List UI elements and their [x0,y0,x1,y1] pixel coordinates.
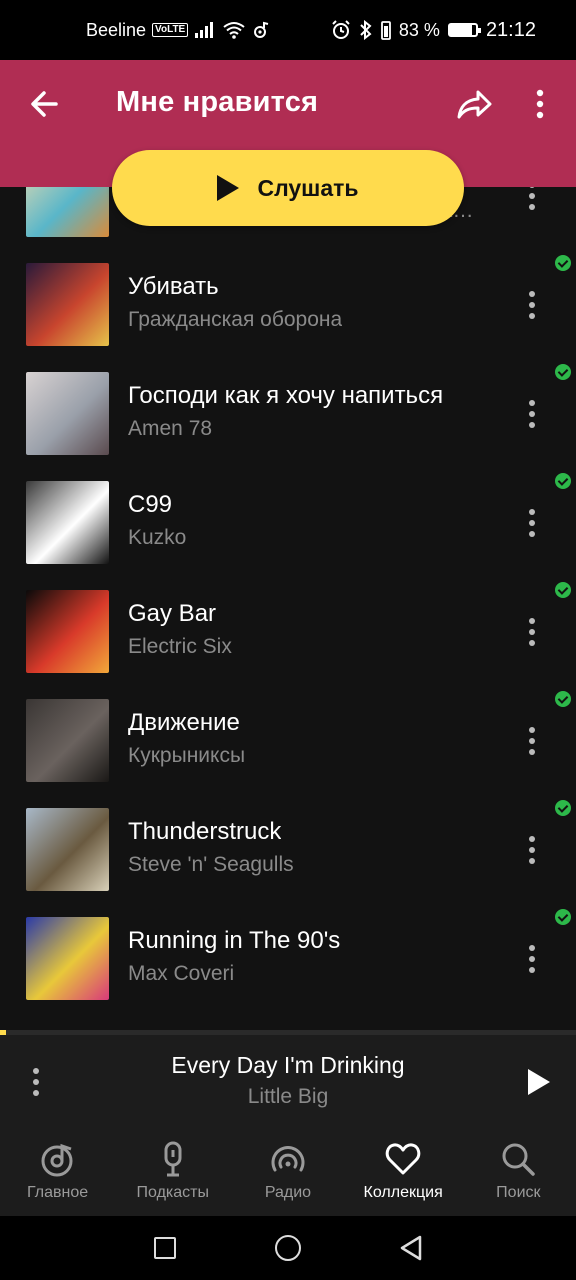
battery-percent: 83 % [398,19,440,40]
track-more-icon[interactable] [522,833,542,867]
volte-badge: VoLTE [152,23,189,37]
status-left: Beeline VoLTE [86,0,270,60]
bottom-nav: Главное Подкасты Радио Коллекция Поиск [0,1128,576,1216]
album-cover [26,590,109,673]
home-music-icon [41,1143,73,1177]
nav-label: Поиск [496,1184,541,1201]
bluetooth-icon [360,20,372,40]
track-artist: Amen 78 [128,417,213,440]
player-track-title: Every Day I'm Drinking [171,1052,405,1078]
track-title: Running in The 90's [128,927,341,954]
status-right: 83 % 21:12 [331,0,536,60]
nav-item-collection[interactable]: Коллекция [346,1128,461,1216]
track-artist: Max Coveri [128,962,235,985]
album-cover [26,808,109,891]
listen-button[interactable]: Слушать [112,150,464,226]
album-cover [26,699,109,782]
recents-icon[interactable] [154,1237,176,1259]
nav-label: Радио [264,1184,312,1201]
wifi-icon [223,22,245,39]
track-title: Gay Bar [128,600,217,627]
nav-item-radio[interactable]: Радио [230,1128,345,1216]
track-more-icon[interactable] [522,942,542,976]
microphone-icon [164,1141,182,1177]
album-cover [26,372,109,455]
track-row[interactable]: Убивать Гражданская оборона [0,255,576,365]
track-artist: Steve 'n' Seagulls [128,853,294,876]
share-icon[interactable] [454,84,496,124]
alarm-icon [332,20,350,39]
battery-level [449,25,472,35]
track-row[interactable]: Господи как я хочу напиться Amen 78 [0,364,576,474]
more-vert-icon[interactable] [528,84,552,124]
downloaded-check-icon [555,909,571,925]
heart-icon [385,1143,421,1175]
downloaded-check-icon [555,800,571,816]
nav-item-search[interactable]: Поиск [461,1128,576,1216]
music-note-icon [254,21,269,38]
track-more-icon[interactable] [522,187,542,213]
search-icon [502,1143,536,1176]
arrow-back-icon[interactable] [26,84,66,124]
back-icon[interactable] [398,1234,424,1262]
track-row[interactable]: Running in The 90's Max Coveri [0,909,576,1019]
radio-icon [271,1146,305,1172]
play-icon [217,175,240,201]
nav-label: Коллекция [363,1184,443,1201]
track-title: C99 [128,491,173,518]
downloaded-check-icon [555,582,571,598]
downloaded-check-icon [555,473,571,489]
track-row[interactable]: Движение Кукрыниксы [0,691,576,801]
album-cover [26,917,109,1000]
track-row[interactable]: C99 Kuzko [0,473,576,583]
clock: 21:12 [485,18,536,41]
track-artist: Гражданская оборона [128,308,343,331]
track-list[interactable]: CanalsJoakim Karud, Joakim Karud, Joakim… [0,187,576,1030]
album-cover [26,263,109,346]
track-title: Движение [128,709,240,736]
player-play-icon[interactable] [528,1069,550,1095]
player-track-artist: Little Big [247,1085,329,1108]
track-more-icon[interactable] [522,288,542,322]
track-title: Господи как я хочу напиться [128,382,444,409]
nav-item-podcasts[interactable]: Подкасты [115,1128,230,1216]
track-title: Убивать [128,273,219,300]
phone-battery-icon [381,21,391,40]
track-more-icon[interactable] [522,397,542,431]
nav-label: Подкасты [136,1184,210,1201]
system-nav-bar [0,1216,576,1280]
album-cover [26,187,109,237]
carrier-name: Beeline [86,19,147,40]
album-cover [26,481,109,564]
downloaded-check-icon [555,255,571,271]
nav-item-home[interactable]: Главное [0,1128,115,1216]
downloaded-check-icon [555,691,571,707]
track-row[interactable]: Gay Bar Electric Six [0,582,576,692]
downloaded-check-icon [555,364,571,380]
status-bar: Beeline VoLTE 83 % 21:12 [0,0,576,60]
track-title: Thunderstruck [128,818,282,845]
track-artist: Кукрыниксы [128,744,246,767]
track-row[interactable]: Thunderstruck Steve 'n' Seagulls [0,800,576,910]
listen-button-label: Слушать [257,174,359,201]
track-more-icon[interactable] [522,615,542,649]
battery-icon [447,23,481,37]
mini-player[interactable]: Every Day I'm Drinking Little Big [0,1035,576,1128]
track-more-icon[interactable] [522,724,542,758]
home-icon[interactable] [275,1235,301,1261]
track-more-icon[interactable] [522,506,542,540]
signal-icon [195,22,214,38]
page-title: Мне нравится [116,86,319,118]
track-artist: Electric Six [128,635,232,658]
nav-label: Главное [27,1184,89,1201]
track-artist: Kuzko [128,526,187,549]
